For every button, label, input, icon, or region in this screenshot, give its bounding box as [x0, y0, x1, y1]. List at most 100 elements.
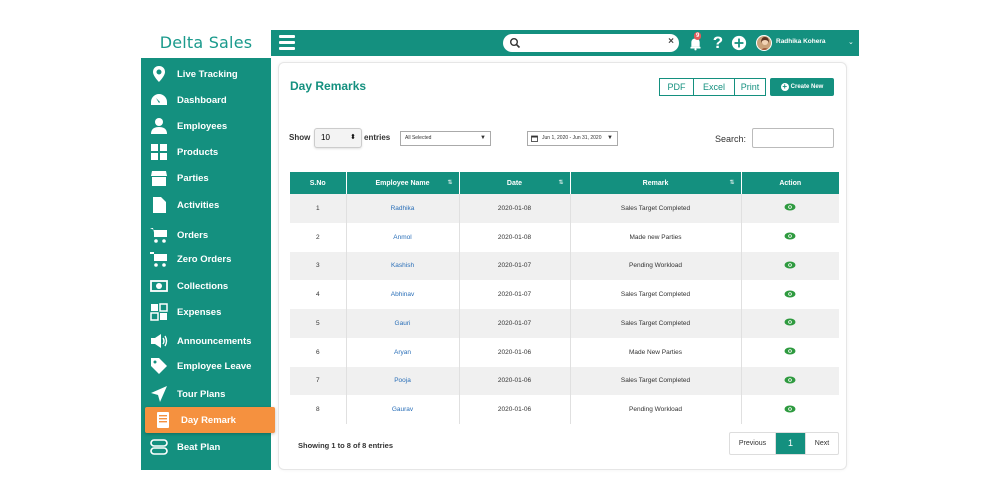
notification-bell-icon[interactable]: 9: [686, 32, 704, 52]
column-header-remark[interactable]: Remark ⇅: [569, 172, 741, 194]
help-icon[interactable]: ?: [709, 34, 727, 52]
page-title: Day Remarks: [290, 79, 367, 93]
location-pin-icon: [141, 65, 177, 83]
sidebar-item-label: Products: [177, 146, 219, 158]
clear-search-icon[interactable]: ×: [668, 36, 674, 47]
cell-date: 2020-01-06: [458, 395, 570, 424]
add-circle-icon[interactable]: [730, 34, 748, 52]
table-info: Showing 1 to 8 of 8 entries: [298, 441, 394, 450]
cell-sno: 1: [290, 194, 346, 223]
create-new-button[interactable]: + Create New: [770, 78, 834, 96]
sidebar-item-day-remark[interactable]: Day Remark: [145, 407, 275, 433]
eye-icon[interactable]: [784, 203, 796, 211]
column-header-label: Employee Name: [375, 179, 430, 187]
eye-icon[interactable]: [784, 376, 796, 384]
previous-page-button[interactable]: Previous: [730, 433, 776, 454]
eye-icon[interactable]: [784, 290, 796, 298]
global-search[interactable]: ×: [503, 34, 679, 52]
table-row: 3 Kashish 2020-01-07 Pending Workload: [290, 251, 839, 281]
cell-remark: Made new Parties: [569, 222, 741, 252]
cell-remark: Sales Target Completed: [569, 309, 741, 338]
cell-employee-link[interactable]: Aryan: [345, 337, 459, 367]
sidebar-item-label: Live Tracking: [177, 68, 238, 80]
pdf-button[interactable]: PDF: [659, 78, 694, 96]
cell-date: 2020-01-07: [458, 280, 570, 309]
banknote-icon: [141, 277, 177, 295]
cell-action: [740, 280, 839, 309]
user-name[interactable]: Radhika Kohera: [776, 38, 826, 45]
date-range-picker[interactable]: Jun 1, 2020 - Jun 31, 2020 ▼: [527, 131, 618, 146]
cell-employee-link[interactable]: Pooja: [345, 366, 459, 396]
store-icon: [141, 169, 177, 187]
cell-employee-link[interactable]: Gaurav: [345, 395, 459, 424]
sidebar-item-label: Expenses: [177, 306, 222, 318]
cell-remark: Sales Target Completed: [569, 194, 741, 223]
eye-icon[interactable]: [784, 347, 796, 355]
sidebar-item-zero-orders[interactable]: Zero Orders: [141, 246, 271, 272]
column-header-date[interactable]: Date ⇅: [458, 172, 570, 194]
sort-icon: ⇅: [729, 180, 735, 186]
page-1-button[interactable]: 1: [776, 433, 805, 454]
sidebar-item-orders[interactable]: Orders: [141, 222, 271, 248]
cell-action: [740, 222, 839, 252]
plus-icon: +: [780, 82, 789, 91]
table-search-input[interactable]: [752, 128, 834, 148]
cell-action: [740, 366, 839, 396]
sidebar-item-announcements[interactable]: Announcements: [141, 328, 271, 354]
column-header-label: Remark: [642, 179, 669, 187]
excel-button[interactable]: Excel: [693, 78, 735, 96]
sidebar-item-collections[interactable]: Collections: [141, 273, 271, 299]
eye-icon[interactable]: [784, 232, 796, 240]
hamburger-menu-icon[interactable]: [279, 35, 295, 51]
global-search-input[interactable]: [523, 36, 663, 50]
eye-icon[interactable]: [784, 405, 796, 413]
calendar-icon: [531, 135, 538, 142]
sidebar-item-employees[interactable]: Employees: [141, 113, 271, 139]
search-label: Search:: [715, 134, 747, 144]
sidebar-item-label: Orders: [177, 229, 209, 241]
sidebar-item-tour-plans[interactable]: Tour Plans: [141, 381, 271, 407]
cell-sno: 5: [290, 309, 346, 338]
sidebar-item-label: Tour Plans: [177, 388, 226, 400]
sidebar-item-label: Collections: [177, 280, 229, 292]
sidebar-item-dashboard[interactable]: Dashboard: [141, 87, 271, 113]
top-bar: × 9 ? Radhika Kohera ⌄: [271, 30, 859, 56]
eye-icon[interactable]: [784, 261, 796, 269]
column-header-employee[interactable]: Employee Name ⇅: [345, 172, 459, 194]
employee-filter-select[interactable]: All Selected ▼: [400, 131, 491, 146]
sidebar-item-parties[interactable]: Parties: [141, 165, 271, 191]
cell-remark: Sales Target Completed: [569, 366, 741, 396]
cart-icon: [141, 250, 177, 268]
user-avatar[interactable]: [756, 35, 772, 51]
sidebar-item-employee-leave[interactable]: Employee Leave: [141, 353, 271, 379]
megaphone-icon: [141, 332, 177, 350]
cell-sno: 8: [290, 395, 346, 424]
page-size-select[interactable]: 10 ⬍: [314, 128, 362, 148]
sidebar-item-expenses[interactable]: Expenses: [141, 299, 271, 325]
sidebar-item-products[interactable]: Products: [141, 139, 271, 165]
cell-employee-link[interactable]: Gauri: [345, 309, 459, 338]
cell-employee-link[interactable]: Kashish: [345, 251, 459, 281]
beat-plan-icon: [141, 438, 177, 456]
cell-employee-link[interactable]: Abhinav: [345, 280, 459, 309]
column-header-sno[interactable]: S.No: [290, 172, 346, 194]
sidebar-item-activities[interactable]: Activities: [141, 192, 271, 218]
sidebar-item-beat-plan[interactable]: Beat Plan: [141, 434, 271, 460]
cell-remark: Pending Workload: [569, 251, 741, 281]
sidebar-item-live-tracking[interactable]: Live Tracking: [141, 61, 271, 87]
gauge-icon: [141, 91, 177, 109]
search-icon: [510, 38, 521, 49]
chevron-down-icon[interactable]: ⌄: [848, 38, 854, 46]
sidebar-item-label: Day Remark: [181, 414, 236, 426]
sidebar-item-label: Parties: [177, 172, 209, 184]
table-row: 2 Anmol 2020-01-08 Made new Parties: [290, 222, 839, 252]
cell-employee-link[interactable]: Radhika: [345, 194, 459, 223]
sidebar-item-label: Zero Orders: [177, 253, 232, 265]
table-row: 1 Radhika 2020-01-08 Sales Target Comple…: [290, 194, 839, 223]
cell-employee-link[interactable]: Anmol: [345, 222, 459, 252]
sidebar-item-label: Announcements: [177, 335, 252, 347]
date-range-value: Jun 1, 2020 - Jun 31, 2020: [542, 135, 602, 141]
eye-icon[interactable]: [784, 318, 796, 326]
print-button[interactable]: Print: [734, 78, 766, 96]
next-page-button[interactable]: Next: [805, 433, 838, 454]
